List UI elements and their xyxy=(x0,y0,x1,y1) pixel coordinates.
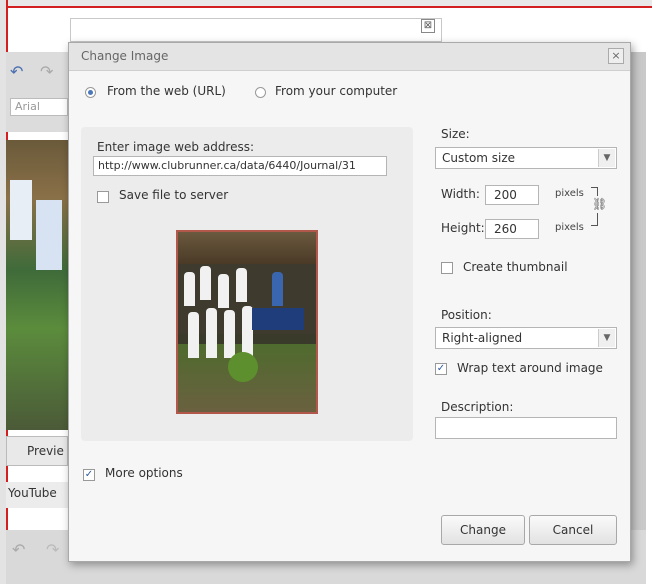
height-label: Height: xyxy=(441,221,485,235)
height-input[interactable]: 260 xyxy=(485,219,539,239)
image-preview xyxy=(176,230,318,414)
preview-tab-label: Previe xyxy=(27,444,64,458)
redo-icon[interactable]: ↷ xyxy=(46,540,59,559)
width-label: Width: xyxy=(441,187,480,201)
close-icon[interactable]: × xyxy=(608,48,624,64)
from-web-label[interactable]: From the web (URL) xyxy=(107,84,226,98)
position-label: Position: xyxy=(441,308,492,322)
height-unit: pixels xyxy=(555,222,584,233)
create-thumbnail-checkbox[interactable] xyxy=(441,262,453,274)
image-url-input[interactable]: http://www.clubrunner.ca/data/6440/Journ… xyxy=(93,156,387,176)
cancel-button[interactable]: Cancel xyxy=(529,515,617,545)
from-web-radio[interactable] xyxy=(85,87,96,98)
from-computer-label[interactable]: From your computer xyxy=(275,84,397,98)
wrap-text-label[interactable]: Wrap text around image xyxy=(457,361,603,375)
undo-icon[interactable]: ↶ xyxy=(10,62,23,81)
size-label: Size: xyxy=(441,127,470,141)
page-title-field[interactable] xyxy=(70,18,442,42)
position-select[interactable]: Right-aligned ▼ xyxy=(435,327,617,349)
chevron-down-icon[interactable]: ▼ xyxy=(598,149,615,167)
lock-bracket-top xyxy=(591,187,598,196)
font-family-select[interactable]: Arial xyxy=(10,98,68,116)
dialog-title: Change Image xyxy=(81,49,169,63)
field-clear-icon[interactable]: ⊠ xyxy=(421,19,435,33)
editor-frame-top xyxy=(0,0,652,8)
lock-bracket-bottom xyxy=(591,213,598,226)
width-input[interactable]: 200 xyxy=(485,185,539,205)
description-label: Description: xyxy=(441,400,514,414)
wrap-text-checkbox[interactable]: ✓ xyxy=(435,363,447,375)
more-options-label[interactable]: More options xyxy=(105,466,183,480)
from-computer-radio[interactable] xyxy=(255,87,266,98)
size-select[interactable]: Custom size ▼ xyxy=(435,147,617,169)
undo-icon[interactable]: ↶ xyxy=(12,540,25,559)
change-image-dialog: Change Image × From the web (URL) From y… xyxy=(68,42,631,562)
chevron-down-icon[interactable]: ▼ xyxy=(598,329,615,347)
create-thumbnail-label[interactable]: Create thumbnail xyxy=(463,260,568,274)
lock-ratio-icon[interactable]: ⛓ xyxy=(592,197,607,211)
change-button[interactable]: Change xyxy=(441,515,525,545)
web-address-label: Enter image web address: xyxy=(97,140,255,154)
dialog-header: Change Image × xyxy=(69,43,630,71)
position-select-value: Right-aligned xyxy=(442,331,523,345)
description-input[interactable] xyxy=(435,417,617,439)
background-photo xyxy=(6,140,68,430)
more-options-checkbox[interactable]: ✓ xyxy=(83,469,95,481)
size-select-value: Custom size xyxy=(442,151,516,165)
width-unit: pixels xyxy=(555,188,584,199)
youtube-tab[interactable]: YouTube xyxy=(6,482,70,508)
save-to-server-checkbox[interactable] xyxy=(97,191,109,203)
redo-icon[interactable]: ↷ xyxy=(40,62,53,81)
preview-tab[interactable]: Previe xyxy=(6,436,68,466)
save-to-server-label[interactable]: Save file to server xyxy=(119,188,228,202)
